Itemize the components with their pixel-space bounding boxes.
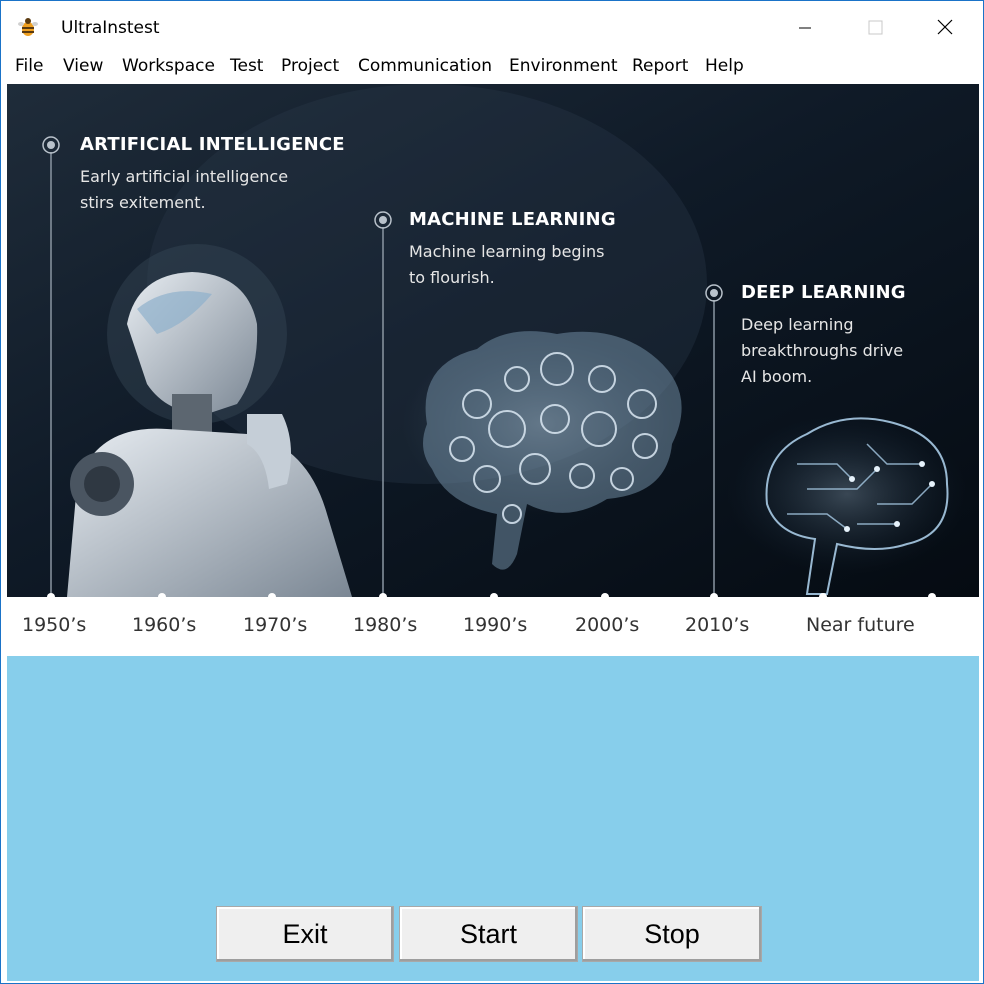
bee-app-icon (17, 16, 39, 40)
menu-workspace[interactable]: Workspace (122, 56, 215, 76)
era-description-dl: Deep learning breakthroughs drive AI boo… (741, 312, 981, 390)
exit-button[interactable]: Exit (216, 906, 394, 962)
era-description-line: AI boom. (741, 367, 813, 386)
era-heading-dl: DEEP LEARNING (741, 282, 906, 303)
timeline-label: 2000’s (575, 614, 640, 636)
timeline-label: 1990’s (463, 614, 528, 636)
menu-help[interactable]: Help (705, 56, 744, 76)
menu-communication[interactable]: Communication (358, 56, 492, 76)
menu-bar: File View Workspace Test Project Communi… (1, 53, 983, 81)
maximize-button[interactable] (842, 1, 912, 53)
era-description-line: to flourish. (409, 268, 495, 287)
stop-button[interactable]: Stop (582, 906, 762, 962)
title-bar[interactable]: UltraInstest (1, 1, 983, 53)
era-description-line: Early artificial intelligence (80, 167, 289, 186)
ai-timeline-banner: ARTIFICIAL INTELLIGENCE Early artificial… (7, 84, 979, 656)
era-description-line: Deep learning (741, 315, 854, 334)
era-description-line: breakthroughs drive (741, 341, 904, 360)
era-description-ml: Machine learning begins to flourish. (409, 239, 649, 291)
timeline-label: 1980’s (353, 614, 418, 636)
era-description-line: Machine learning begins (409, 242, 605, 261)
menu-view[interactable]: View (63, 56, 103, 76)
menu-environment[interactable]: Environment (509, 56, 618, 76)
timeline-label: Near future (806, 614, 915, 636)
timeline-label: 1950’s (22, 614, 87, 636)
era-heading-ml: MACHINE LEARNING (409, 209, 616, 230)
menu-file[interactable]: File (15, 56, 43, 76)
timeline-label: 2010’s (685, 614, 750, 636)
era-description-ai: Early artificial intelligence stirs exit… (80, 164, 320, 216)
close-button[interactable] (912, 1, 982, 53)
start-button[interactable]: Start (399, 906, 578, 962)
timeline-label: 1970’s (243, 614, 308, 636)
app-window: UltraInstest File View Workspace Test Pr… (0, 0, 984, 984)
window-title: UltraInstest (61, 18, 160, 38)
menu-report[interactable]: Report (632, 56, 688, 76)
timeline-label: 1960’s (132, 614, 197, 636)
era-heading-ai: ARTIFICIAL INTELLIGENCE (80, 134, 345, 155)
minimize-button[interactable] (772, 1, 842, 53)
era-description-line: stirs exitement. (80, 193, 206, 212)
menu-test[interactable]: Test (230, 56, 263, 76)
content-panel: Exit Start Stop (7, 656, 979, 981)
menu-project[interactable]: Project (281, 56, 339, 76)
